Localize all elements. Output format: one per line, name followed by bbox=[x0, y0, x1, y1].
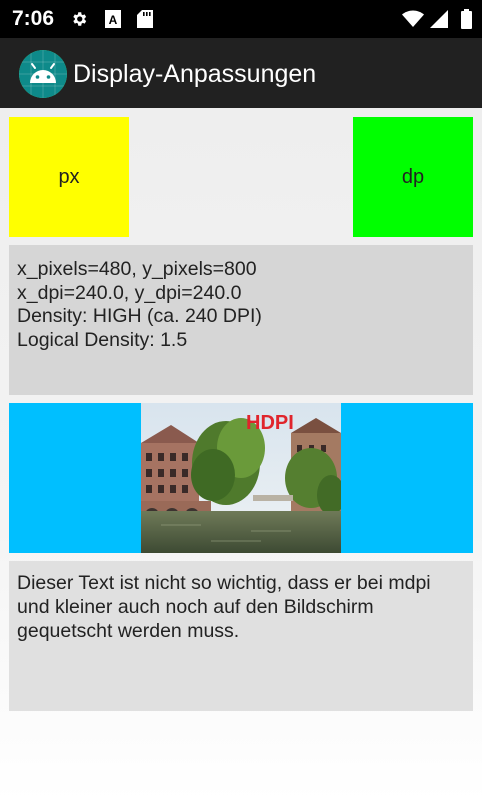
dpi-line: x_dpi=240.0, y_dpi=240.0 bbox=[17, 281, 242, 304]
main-content: px dp x_pixels=480, y_pixels=800 x_dpi=2… bbox=[0, 108, 482, 802]
info-paragraph: Dieser Text ist nicht so wichtig, dass e… bbox=[17, 572, 431, 642]
svg-text:A: A bbox=[109, 13, 118, 27]
android-logo-icon bbox=[19, 50, 67, 98]
display-info-panel: x_pixels=480, y_pixels=800 x_dpi=240.0, … bbox=[9, 245, 473, 395]
px-label: px bbox=[58, 165, 80, 188]
pixels-line: x_pixels=480, y_pixels=800 bbox=[17, 258, 257, 280]
density-line: Density: HIGH (ca. 240 DPI) bbox=[17, 305, 262, 327]
signal-icon bbox=[430, 10, 448, 28]
battery-icon bbox=[460, 9, 472, 29]
dp-box: dp bbox=[353, 117, 473, 237]
density-image-panel: HDPI bbox=[9, 403, 473, 553]
logical-density-line: Logical Density: 1.5 bbox=[17, 328, 188, 351]
hdpi-label: HDPI bbox=[246, 412, 294, 434]
gear-icon bbox=[70, 10, 88, 28]
wifi-icon bbox=[402, 10, 424, 28]
status-bar: 7:06 A bbox=[0, 0, 482, 38]
app-title: Display-Anpassungen bbox=[73, 60, 317, 88]
keyboard-a-icon: A bbox=[104, 10, 122, 28]
info-paragraph-panel: Dieser Text ist nicht so wichtig, dass e… bbox=[9, 561, 473, 711]
status-time: 7:06 bbox=[12, 7, 55, 30]
dp-label: dp bbox=[401, 165, 425, 188]
hdpi-photo: HDPI bbox=[141, 403, 345, 553]
px-box: px bbox=[9, 117, 129, 237]
sd-card-icon bbox=[136, 10, 154, 28]
app-bar: Display-Anpassungen bbox=[0, 38, 482, 108]
